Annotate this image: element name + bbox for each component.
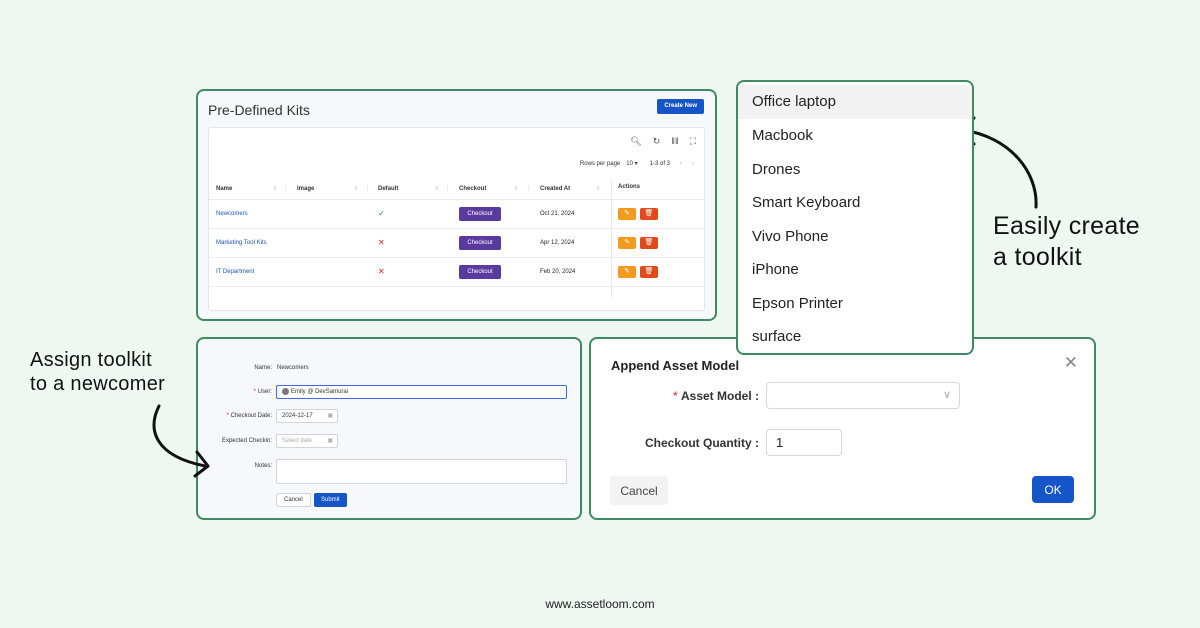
submit-button[interactable]: Submit: [314, 493, 347, 507]
edit-icon[interactable]: ✎: [618, 266, 636, 278]
dropdown-option[interactable]: iPhone: [738, 253, 972, 287]
close-icon[interactable]: ✕: [1064, 353, 1078, 373]
page-range: 1-3 of 3: [649, 160, 670, 167]
delete-icon[interactable]: 🗑︎: [640, 266, 658, 278]
next-page-icon[interactable]: ›: [692, 161, 694, 167]
calendar-icon: ▣: [327, 413, 333, 419]
column-header-default[interactable]: Default: [378, 186, 398, 192]
column-menu-icon[interactable]: ≡: [354, 186, 358, 192]
delete-icon[interactable]: 🗑︎: [640, 208, 658, 220]
default-no-icon: ✕: [378, 267, 385, 276]
column-divider: |: [367, 186, 369, 192]
columns-icon[interactable]: ‖‖: [671, 136, 678, 147]
chevron-down-icon: ∨: [942, 389, 951, 401]
user-label: * User:: [253, 389, 272, 395]
search-icon[interactable]: 🔍︎: [630, 136, 641, 147]
dropdown-option[interactable]: surface: [738, 320, 972, 354]
expected-checkin-picker[interactable]: Select date ▣: [276, 434, 338, 448]
curved-arrow-icon: [152, 404, 210, 478]
dropdown-option[interactable]: Epson Printer: [738, 287, 972, 321]
table-row: IT Department ✕ Checkout Feb 20, 2024 ✎ …: [209, 258, 704, 287]
column-header-created-at[interactable]: Created At: [540, 186, 570, 192]
checkout-button[interactable]: Checkout: [459, 236, 501, 250]
column-divider: |: [528, 186, 530, 192]
pagination: Rows per page 10 ▾ 1-3 of 3 ‹ ›: [579, 160, 694, 168]
default-yes-icon: ✓: [378, 209, 385, 218]
name-value: Newcomers: [277, 365, 309, 371]
checkout-date-picker[interactable]: 2024-12-17 ▣: [276, 409, 338, 423]
checkout-button[interactable]: Checkout: [459, 207, 501, 221]
delete-icon[interactable]: 🗑︎: [640, 237, 658, 249]
created-at: Apr 12, 2024: [540, 240, 575, 246]
avatar: [282, 387, 289, 395]
asset-model-select[interactable]: ∨: [766, 382, 960, 409]
column-header-actions: Actions: [618, 184, 641, 190]
column-header-name[interactable]: Name: [216, 186, 232, 192]
notes-textarea[interactable]: [276, 459, 567, 484]
checkout-button[interactable]: Checkout: [459, 265, 501, 279]
footer-url: www.assetloom.com: [545, 597, 655, 611]
default-no-icon: ✕: [378, 238, 385, 247]
predefined-kits-panel: Pre-Defined Kits Create New 🔍︎ ↻ ‖‖ ⛶ Ro…: [196, 89, 717, 321]
kits-title: Pre-Defined Kits: [208, 102, 310, 118]
column-divider: |: [447, 186, 449, 192]
dropdown-option[interactable]: Vivo Phone: [738, 220, 972, 254]
column-menu-icon[interactable]: ≡: [273, 186, 277, 192]
append-asset-model-dialog: Append Asset Model ✕ * Asset Model : ∨ C…: [589, 337, 1096, 520]
table-toolbar: 🔍︎ ↻ ‖‖ ⛶: [630, 136, 696, 147]
ok-button[interactable]: OK: [1032, 476, 1074, 503]
create-new-button[interactable]: Create New: [657, 99, 704, 114]
table-row: Newcomers ✓ Checkout Oct 21, 2024 ✎ 🗑︎: [209, 200, 704, 229]
kit-name-link[interactable]: IT Department: [216, 269, 254, 275]
rows-per-page-label: Rows per page: [579, 160, 621, 167]
dropdown-option[interactable]: Smart Keyboard: [738, 186, 972, 220]
column-menu-icon[interactable]: ≡: [435, 186, 439, 192]
cancel-button[interactable]: Cancel: [610, 476, 668, 505]
cancel-button[interactable]: Cancel: [276, 493, 311, 507]
edit-icon[interactable]: ✎: [618, 237, 636, 249]
assign-toolkit-caption: Assign toolkit to a newcomer: [30, 349, 166, 395]
dropdown-option[interactable]: Office laptop: [738, 85, 972, 119]
refresh-icon[interactable]: ↻: [653, 136, 661, 147]
name-label: Name:: [254, 365, 272, 371]
table-header: Name ≡ | Image ≡ | Default ≡ | Checkout …: [209, 180, 704, 200]
asset-model-dropdown: Office laptop Macbook Drones Smart Keybo…: [736, 80, 974, 355]
kits-table-container: 🔍︎ ↻ ‖‖ ⛶ Rows per page 10 ▾ 1-3 of 3 ‹ …: [208, 127, 705, 311]
dropdown-option[interactable]: Macbook: [738, 119, 972, 153]
checkout-quantity-input[interactable]: 1: [766, 429, 842, 456]
kit-name-link[interactable]: Marketing Tool Kits: [216, 240, 267, 246]
calendar-icon: ▣: [327, 438, 333, 444]
user-select[interactable]: Emily @ DevSamurai: [276, 385, 567, 399]
dropdown-option[interactable]: Drones: [738, 153, 972, 187]
table-row: Marketing Tool Kits ✕ Checkout Apr 12, 2…: [209, 229, 704, 258]
checkout-quantity-label: Checkout Quantity :: [644, 436, 759, 450]
rows-per-page-select[interactable]: 10 ▾: [626, 160, 637, 167]
asset-model-label: * Asset Model :: [672, 389, 759, 403]
fullscreen-icon[interactable]: ⛶: [690, 136, 696, 147]
column-header-image[interactable]: Image: [297, 186, 314, 192]
created-at: Oct 21, 2024: [540, 211, 575, 217]
prev-page-icon[interactable]: ‹: [680, 161, 682, 167]
dialog-title: Append Asset Model: [611, 358, 740, 373]
create-toolkit-caption: Easily create a toolkit: [993, 212, 1141, 271]
column-menu-icon[interactable]: ≡: [596, 186, 600, 192]
edit-icon[interactable]: ✎: [618, 208, 636, 220]
assign-kit-form: Name: Newcomers * User: Emily @ DevSamur…: [196, 337, 582, 520]
created-at: Feb 20, 2024: [540, 269, 576, 275]
kit-name-link[interactable]: Newcomers: [216, 211, 248, 217]
column-divider: |: [285, 186, 287, 192]
column-header-checkout[interactable]: Checkout: [459, 186, 486, 192]
column-menu-icon[interactable]: ≡: [514, 186, 518, 192]
